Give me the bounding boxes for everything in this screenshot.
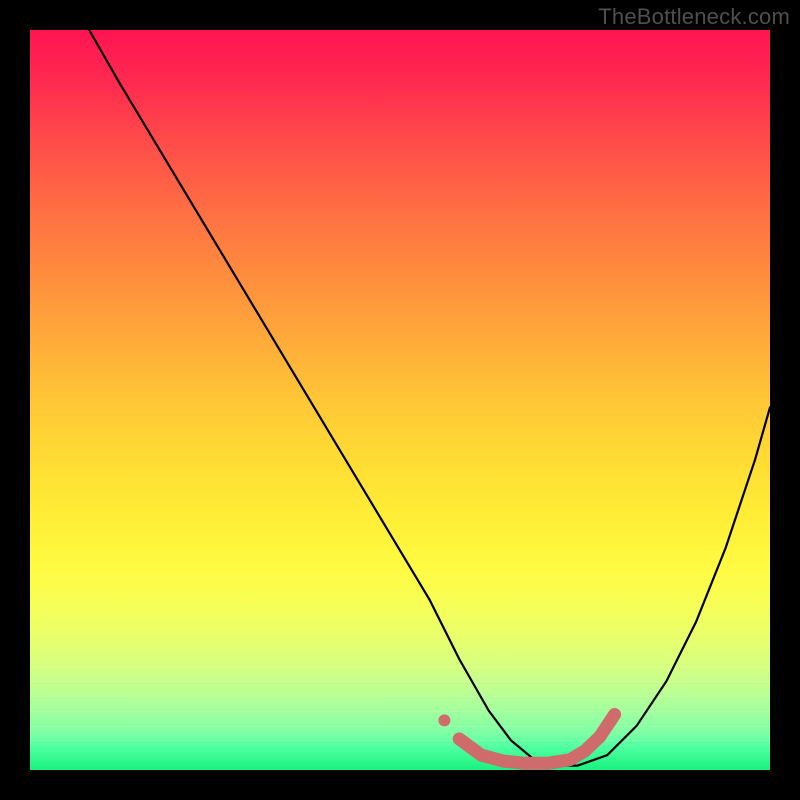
optimal-range-overlay (30, 30, 770, 770)
plot-area (30, 30, 770, 770)
chart-frame: TheBottleneck.com (0, 0, 800, 800)
watermark-text: TheBottleneck.com (598, 4, 790, 30)
highlight-dot (438, 714, 450, 726)
